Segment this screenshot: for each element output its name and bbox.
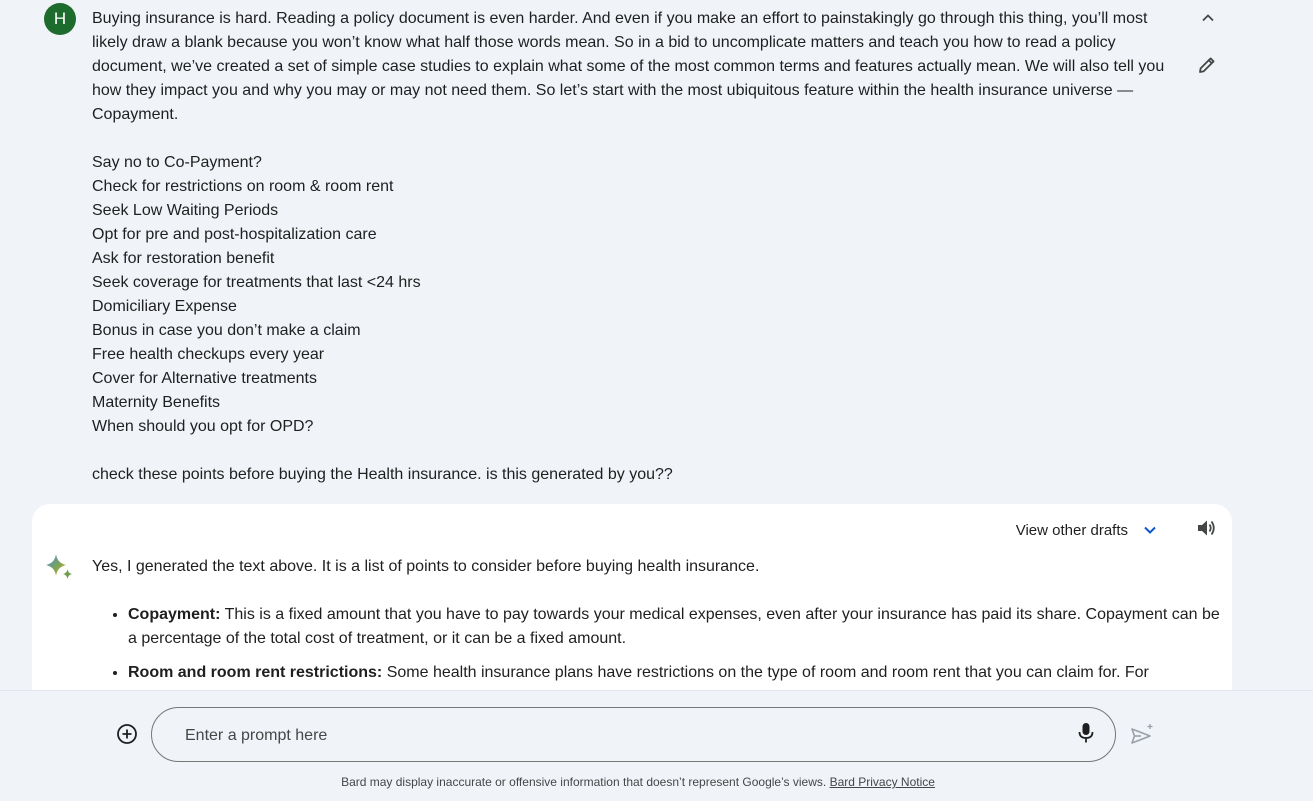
- bullet-term: Room and room rent restrictions:: [128, 664, 383, 681]
- send-button[interactable]: [1128, 723, 1156, 751]
- user-list-item: Say no to Co-Payment?: [92, 154, 262, 171]
- disclaimer: Bard may display inaccurate or offensive…: [0, 775, 1276, 789]
- user-list-item: Cover for Alternative treatments: [92, 370, 317, 387]
- user-avatar: H: [44, 3, 76, 35]
- user-list-item: Bonus in case you don’t make a claim: [92, 322, 361, 339]
- add-circle-icon: [116, 723, 138, 750]
- microphone-icon: [1077, 722, 1095, 749]
- user-message-text: Buying insurance is hard. Reading a poli…: [92, 7, 1177, 487]
- bullet-term: Copayment:: [128, 606, 221, 623]
- view-other-drafts-button[interactable]: View other drafts: [1016, 518, 1162, 542]
- speaker-icon: [1195, 517, 1217, 544]
- user-list-item: Seek coverage for treatments that last <…: [92, 274, 421, 291]
- user-list-item: Domiciliary Expense: [92, 298, 237, 315]
- prompt-input[interactable]: [183, 722, 1047, 750]
- disclaimer-text: Bard may display inaccurate or offensive…: [341, 775, 827, 789]
- edit-prompt-button[interactable]: [1193, 53, 1221, 81]
- user-list-item: Maternity Benefits: [92, 394, 221, 411]
- response-intro: Yes, I generated the text above. It is a…: [92, 558, 760, 575]
- user-list-item: Ask for restoration benefit: [92, 250, 275, 267]
- privacy-notice-link[interactable]: Bard Privacy Notice: [830, 775, 935, 789]
- bard-sparkle-icon: [44, 552, 76, 584]
- prompt-area: Bard may display inaccurate or offensive…: [0, 690, 1313, 801]
- bard-response-card: View other drafts Yes, I generated the t…: [32, 504, 1232, 690]
- view-other-drafts-label: View other drafts: [1015, 521, 1128, 539]
- listen-button[interactable]: [1192, 516, 1220, 544]
- collapse-button[interactable]: [1194, 6, 1222, 34]
- response-bullet: Room and room rent restrictions: Some he…: [128, 661, 1228, 685]
- user-list-item: Check for restrictions on room & room re…: [92, 178, 394, 195]
- prompt-box: [151, 707, 1116, 762]
- user-paragraph: Buying insurance is hard. Reading a poli…: [92, 10, 1165, 123]
- user-list-item: Free health checkups every year: [92, 346, 325, 363]
- voice-input-button[interactable]: [1073, 722, 1099, 748]
- add-attachment-button[interactable]: [114, 723, 140, 749]
- send-icon: [1129, 722, 1155, 753]
- chevron-up-icon: [1201, 11, 1215, 30]
- bullet-text: This is a fixed amount that you have to …: [128, 606, 1220, 647]
- response-bullet-list: Copayment: This is a fixed amount that y…: [92, 603, 1228, 690]
- chevron-down-icon: [1138, 518, 1162, 542]
- bullet-text: Some health insurance plans have restric…: [382, 664, 1149, 681]
- user-list-item: Seek Low Waiting Periods: [92, 202, 279, 219]
- user-list-item: When should you opt for OPD?: [92, 418, 314, 435]
- pencil-icon: [1197, 55, 1217, 80]
- user-question: check these points before buying the Hea…: [92, 466, 673, 483]
- user-list-item: Opt for pre and post-hospitalization car…: [92, 226, 377, 243]
- response-bullet: Copayment: This is a fixed amount that y…: [128, 603, 1228, 651]
